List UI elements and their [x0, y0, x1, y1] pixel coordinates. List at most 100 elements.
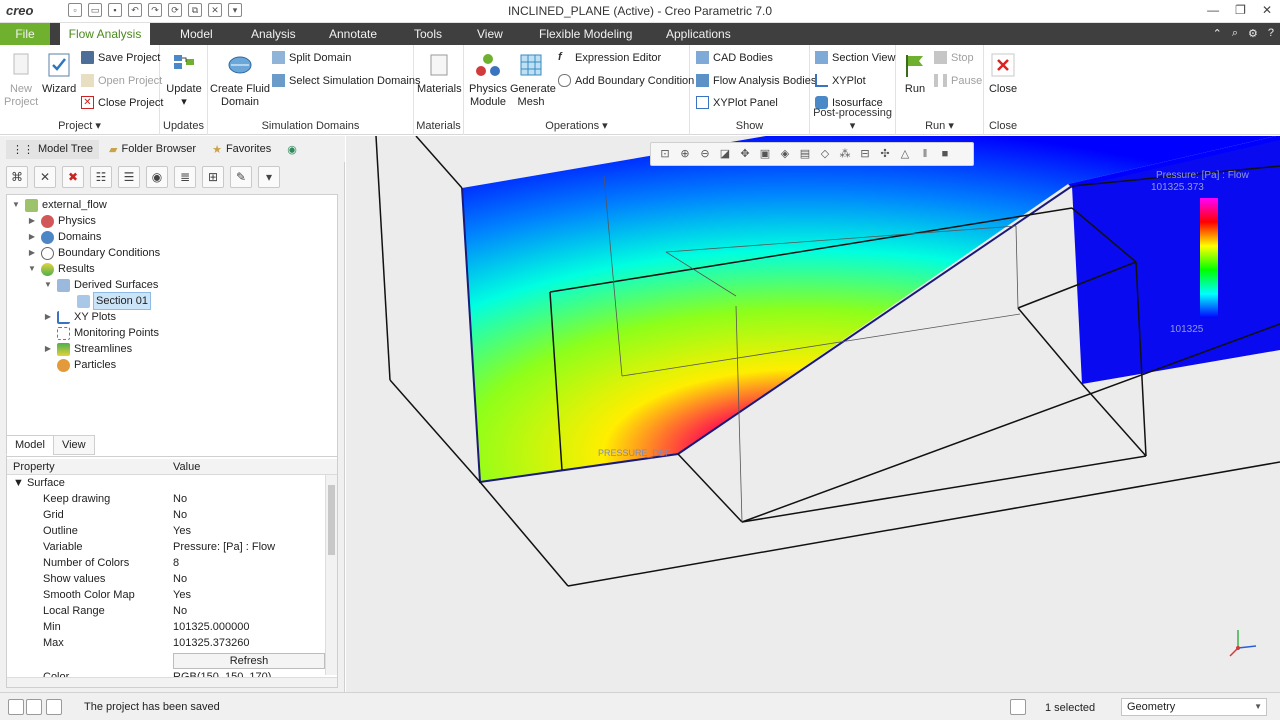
property-row[interactable]: Outline Yes — [7, 523, 325, 539]
xyplot-panel-button[interactable]: XYPlot Panel — [696, 96, 778, 109]
stop-view-icon[interactable]: ■ — [937, 146, 953, 162]
browser-toggle-icon[interactable] — [26, 699, 42, 715]
folder-dropdown-icon[interactable]: ▾ — [258, 166, 280, 188]
repaint-icon[interactable]: ◪ — [717, 146, 733, 162]
new-project-button[interactable]: New Project — [4, 51, 38, 109]
tree-item-monitoring-points[interactable]: Monitoring Points — [43, 325, 159, 341]
tab-tools[interactable]: Tools — [406, 23, 450, 45]
settings-icon[interactable]: ⚙ — [1248, 27, 1258, 40]
zoom-in-icon[interactable]: ⊕ — [677, 146, 693, 162]
section-view-button[interactable]: Section View — [815, 51, 895, 64]
tree-item-particles[interactable]: Particles — [43, 357, 116, 373]
select-simulation-domains-button[interactable]: Select Simulation Domains — [272, 74, 420, 87]
property-row-partial[interactable]: Color RGB(150, 150, 170) — [7, 669, 325, 677]
tree-item-section-01[interactable]: Section 01 — [63, 292, 151, 310]
xyplot-button[interactable]: XYPlot — [815, 74, 866, 87]
property-row[interactable]: Variable Pressure: [Pa] : Flow — [7, 539, 325, 555]
saved-orientations-icon[interactable]: ▣ — [757, 146, 773, 162]
refresh-button[interactable]: Refresh — [173, 653, 325, 669]
tab-folder-browser[interactable]: ▰ Folder Browser — [103, 140, 202, 159]
scroll-thumb[interactable] — [328, 485, 335, 555]
zoom-out-icon[interactable]: ⊖ — [697, 146, 713, 162]
edit-icon[interactable]: ✎ — [230, 166, 252, 188]
stop-button[interactable]: Stop — [934, 51, 974, 64]
graphics-viewport[interactable]: PRESSURE_DEF ⊡ ⊕ ⊖ ◪ ✥ ▣ ◈ ▤ ◇ ⁂ ⊟ ✣ △ ‖… — [346, 136, 1280, 692]
selection-filter-dropdown[interactable]: Geometry ▼ — [1121, 698, 1267, 716]
delete-icon[interactable]: ✕ — [34, 166, 56, 188]
tab-web[interactable]: ◉ — [281, 140, 303, 159]
view-manager-icon[interactable]: ▤ — [797, 146, 813, 162]
save-project-button[interactable]: Save Project — [81, 51, 160, 64]
tree-item-streamlines[interactable]: ▶ Streamlines — [43, 341, 132, 357]
property-row[interactable]: Number of Colors 8 — [7, 555, 325, 571]
tab-prop-model[interactable]: Model — [6, 435, 54, 455]
tree-item-domains[interactable]: ▶ Domains — [27, 229, 101, 245]
close-icon[interactable]: ✕ — [1262, 3, 1272, 17]
tab-analysis[interactable]: Analysis — [243, 23, 304, 45]
full-screen-icon[interactable] — [46, 699, 62, 715]
annotation-display-icon[interactable]: ⊟ — [857, 146, 873, 162]
update-button[interactable]: Update ▾ — [164, 51, 204, 109]
tab-annotate[interactable]: Annotate — [321, 23, 385, 45]
add-boundary-condition-button[interactable]: Add Boundary Condition — [558, 74, 694, 87]
display-style-icon[interactable]: ◈ — [777, 146, 793, 162]
help-icon[interactable]: ? — [1268, 27, 1274, 40]
tree-item-results[interactable]: ▼ Results — [27, 261, 95, 277]
perspective-icon[interactable]: ◇ — [817, 146, 833, 162]
restore-icon[interactable]: ❐ — [1235, 3, 1246, 17]
reorient-icon[interactable]: ✥ — [737, 146, 753, 162]
tab-prop-view[interactable]: View — [52, 435, 95, 455]
property-row[interactable]: Max 101325.373260 — [7, 635, 325, 651]
tab-view[interactable]: View — [469, 23, 511, 45]
property-section-surface[interactable]: ▼ Surface — [7, 475, 325, 491]
cad-bodies-button[interactable]: CAD Bodies — [696, 51, 773, 64]
property-row[interactable]: Show values No — [7, 571, 325, 587]
run-button[interactable]: Run — [900, 51, 930, 96]
split-domain-button[interactable]: Split Domain — [272, 51, 351, 64]
datum-display-icon[interactable]: ⁂ — [837, 146, 853, 162]
tab-model-tree[interactable]: ⋮⋮ Model Tree — [6, 139, 100, 159]
tree-item-boundary-conditions[interactable]: ▶ Boundary Conditions — [27, 245, 160, 261]
tree-item-physics[interactable]: ▶ Physics — [27, 213, 96, 229]
property-row[interactable]: Grid No — [7, 507, 325, 523]
refit-icon[interactable]: ⊡ — [657, 146, 673, 162]
minimize-icon[interactable]: — — [1207, 3, 1219, 17]
close-project-button[interactable]: ✕ Close Project — [81, 96, 163, 109]
link-icon[interactable]: ⌘ — [6, 166, 28, 188]
materials-button[interactable]: Materials — [417, 51, 462, 96]
group-label-project[interactable]: Project ▾ — [0, 119, 159, 132]
tab-flow-analysis[interactable]: Flow Analysis — [60, 23, 150, 45]
search-icon[interactable]: ⌕ — [1232, 27, 1238, 40]
tree-item-xy-plots[interactable]: ▶ XY Plots — [43, 309, 116, 325]
create-fluid-domain-button[interactable]: Create Fluid Domain — [210, 51, 270, 109]
group-label-operations[interactable]: Operations ▾ — [464, 119, 689, 132]
property-row[interactable]: Keep drawing No — [7, 491, 325, 507]
visibility-icon[interactable]: ◉ — [146, 166, 168, 188]
physics-module-button[interactable]: Physics Module — [468, 51, 508, 109]
tab-flexible-modeling[interactable]: Flexible Modeling — [531, 23, 640, 45]
tab-model[interactable]: Model — [172, 23, 221, 45]
collapse-ribbon-icon[interactable]: ⌃ — [1213, 27, 1222, 40]
open-project-button[interactable]: Open Project — [81, 74, 162, 87]
spin-center-icon[interactable]: ✣ — [877, 146, 893, 162]
close-button[interactable]: Close — [986, 51, 1020, 96]
tree-item-external-flow[interactable]: ▼ external_flow — [11, 197, 107, 213]
tree-collapse-icon[interactable]: ☰ — [118, 166, 140, 188]
property-row[interactable]: Min 101325.000000 — [7, 619, 325, 635]
navigator-toggle-icon[interactable] — [8, 699, 24, 715]
property-row[interactable]: Local Range No — [7, 603, 325, 619]
tab-favorites[interactable]: ★ Favorites — [206, 140, 277, 159]
flow-analysis-bodies-button[interactable]: Flow Analysis Bodies — [696, 74, 816, 87]
measure-icon[interactable]: △ — [897, 146, 913, 162]
pause-view-icon[interactable]: ‖ — [917, 146, 933, 162]
property-row[interactable]: Smooth Color Map Yes — [7, 587, 325, 603]
generate-mesh-button[interactable]: Generate Mesh — [510, 51, 556, 109]
group-label-run[interactable]: Run ▾ — [896, 119, 983, 132]
tab-applications[interactable]: Applications — [658, 23, 739, 45]
group-label-post-processing[interactable]: Post-processing ▾ — [810, 107, 895, 132]
list-icon[interactable]: ≣ — [174, 166, 196, 188]
tree-expand-icon[interactable]: ☷ — [90, 166, 112, 188]
wizard-button[interactable]: Wizard — [42, 51, 76, 96]
property-horizontal-scrollbar[interactable] — [7, 677, 337, 687]
mesh-view-icon[interactable]: ⊞ — [202, 166, 224, 188]
